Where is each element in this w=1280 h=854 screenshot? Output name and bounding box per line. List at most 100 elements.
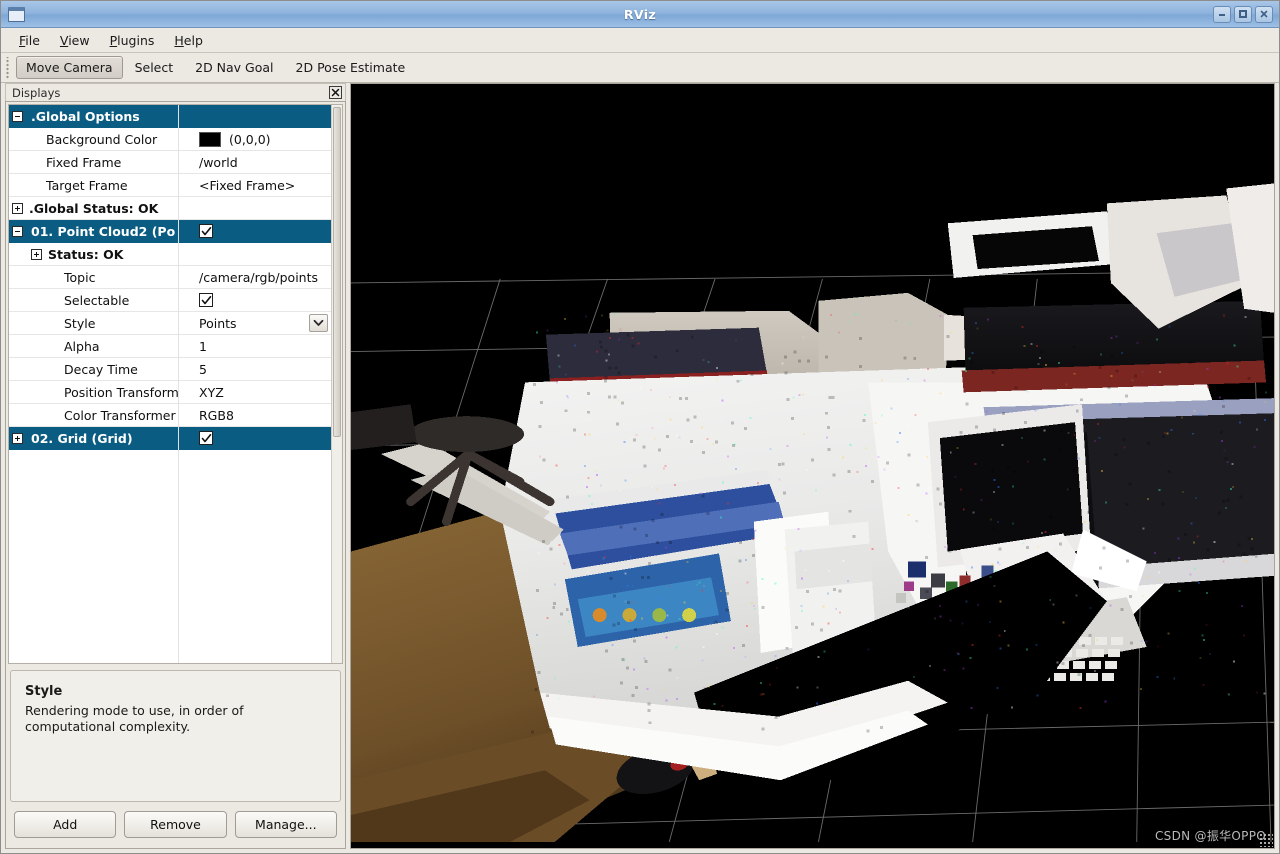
color-swatch[interactable] — [199, 132, 221, 147]
expand-icon[interactable] — [9, 433, 26, 444]
tree-row-value[interactable] — [194, 293, 331, 307]
tree-row-value-text: /camera/rgb/points — [199, 270, 318, 285]
tree-row-value-text: 1 — [199, 339, 207, 354]
close-icon[interactable] — [1255, 6, 1273, 23]
resize-grip[interactable] — [1259, 833, 1273, 847]
menu-plugins[interactable]: Plugins — [100, 30, 165, 51]
checkbox-checked-icon[interactable] — [199, 431, 213, 445]
main-area: Displays .Global Options Background Color… — [1, 83, 1279, 853]
displays-tree-container: .Global Options Background Color (0,0,0) Fi… — [8, 104, 343, 664]
tree-row-label: 01. Point Cloud2 (Po — [26, 224, 194, 239]
tree-row-grid[interactable]: 02. Grid (Grid) — [9, 427, 331, 450]
tool-bar: Move Camera Select 2D Nav Goal 2D Pose E… — [1, 53, 1279, 83]
tree-row-global-status[interactable]: .Global Status: OK — [9, 197, 331, 220]
tree-row-value[interactable]: XYZ — [194, 385, 331, 400]
minimize-icon[interactable] — [1213, 6, 1231, 23]
displays-dock-body: .Global Options Background Color (0,0,0) Fi… — [5, 101, 346, 849]
tree-row-value-text: /world — [199, 155, 238, 170]
expand-icon[interactable] — [28, 249, 45, 260]
tree-row-label: Status: OK — [45, 247, 194, 262]
toolbar-drag-handle[interactable] — [4, 57, 11, 79]
tree-row-value-text: (0,0,0) — [229, 132, 271, 147]
tree-row-pc-topic[interactable]: Topic/camera/rgb/points — [9, 266, 331, 289]
menu-file-rest: ile — [25, 33, 40, 48]
menu-view-rest: iew — [68, 33, 89, 48]
title-bar: RViz — [1, 1, 1279, 28]
tree-row-label: Style — [26, 316, 194, 331]
tool-2d-nav-goal[interactable]: 2D Nav Goal — [185, 56, 283, 79]
tree-row-value[interactable] — [194, 431, 331, 445]
displays-panel-title: Displays — [12, 86, 60, 100]
tree-row-pc-position-transform[interactable]: Position Transform XYZ — [9, 381, 331, 404]
tree-row-value[interactable]: Points — [194, 314, 331, 332]
tree-row-value[interactable]: <Fixed Frame> — [194, 178, 331, 193]
tree-row-pc-decay-time[interactable]: Decay Time 5 — [9, 358, 331, 381]
manage-button[interactable]: Manage... — [235, 811, 337, 838]
displays-tree[interactable]: .Global Options Background Color (0,0,0) Fi… — [9, 105, 331, 663]
checkbox-checked-icon[interactable] — [199, 293, 213, 307]
displays-dock-title-bar: Displays — [5, 83, 346, 101]
menu-help[interactable]: Help — [164, 30, 213, 51]
expand-icon[interactable] — [9, 203, 26, 214]
collapse-icon[interactable] — [9, 111, 26, 122]
displays-dock: Displays .Global Options Background Color… — [5, 83, 346, 849]
menu-plugins-mnemonic: P — [110, 33, 118, 48]
remove-button[interactable]: Remove — [124, 811, 226, 838]
tree-row-label: Fixed Frame — [26, 155, 194, 170]
tree-row-value[interactable]: RGB8 — [194, 408, 331, 423]
menu-plugins-rest: lugins — [117, 33, 154, 48]
window-title: RViz — [1, 7, 1279, 22]
tree-row-point-cloud2[interactable]: 01. Point Cloud2 (Po — [9, 220, 331, 243]
menu-view-mnemonic: V — [60, 33, 68, 48]
chevron-down-icon[interactable] — [309, 314, 328, 332]
tree-row-pc-alpha[interactable]: Alpha 1 — [9, 335, 331, 358]
collapse-icon[interactable] — [9, 226, 26, 237]
menu-view[interactable]: View — [50, 30, 100, 51]
tree-row-value[interactable]: 5 — [194, 362, 331, 377]
tree-row-label: 02. Grid (Grid) — [26, 431, 194, 446]
tree-row-label: .Global Options — [26, 109, 194, 124]
tree-row-pc-style[interactable]: Style Points — [9, 312, 331, 335]
tree-row-value[interactable]: /world — [194, 155, 331, 170]
point-cloud-scene — [351, 84, 1274, 842]
window-icon — [8, 7, 25, 22]
tree-row-pc-color-transformer[interactable]: Color Transformer RGB8 — [9, 404, 331, 427]
tree-row-value[interactable] — [194, 224, 331, 238]
tree-row-value[interactable]: /camera/rgb/points — [194, 270, 331, 285]
scrollbar-thumb[interactable] — [333, 107, 341, 437]
tree-vertical-scrollbar[interactable] — [331, 105, 342, 663]
tree-row-value[interactable]: (0,0,0) — [194, 132, 331, 147]
tree-row-pc-selectable[interactable]: Selectable — [9, 289, 331, 312]
tree-row-value-text: RGB8 — [199, 408, 234, 423]
tree-row-background-color[interactable]: Background Color (0,0,0) — [9, 128, 331, 151]
menu-bar: File View Plugins Help — [1, 28, 1279, 53]
tool-select[interactable]: Select — [125, 56, 184, 79]
tree-row-label: .Global Status: OK — [26, 201, 194, 216]
checkbox-checked-icon[interactable] — [199, 224, 213, 238]
tree-row-label: Background Color — [26, 132, 194, 147]
help-title: Style — [25, 683, 326, 701]
tree-row-label: Topic — [26, 270, 194, 285]
tree-row-value[interactable]: 1 — [194, 339, 331, 354]
maximize-icon[interactable] — [1234, 6, 1252, 23]
tree-row-value-text: Points — [199, 316, 237, 331]
property-help-box: Style Rendering mode to use, in order of… — [10, 670, 341, 802]
tool-move-camera[interactable]: Move Camera — [16, 56, 123, 79]
window-controls — [1213, 6, 1273, 23]
rviz-window: RViz File View Plugins Help Move Camera … — [0, 0, 1280, 854]
close-icon[interactable] — [329, 86, 342, 99]
menu-file[interactable]: File — [9, 30, 50, 51]
render-view-3d[interactable]: CSDN @振华OPPO — [350, 83, 1275, 849]
tree-row-label: Position Transform — [26, 385, 194, 400]
tree-row-label: Color Transformer — [26, 408, 194, 423]
tree-row-label: Target Frame — [26, 178, 194, 193]
tree-row-global-options[interactable]: .Global Options — [9, 105, 331, 128]
tree-row-fixed-frame[interactable]: Fixed Frame/world — [9, 151, 331, 174]
tool-2d-pose-estimate[interactable]: 2D Pose Estimate — [286, 56, 416, 79]
help-text: Rendering mode to use, in order of compu… — [25, 703, 326, 737]
tree-row-label: Selectable — [26, 293, 194, 308]
add-button[interactable]: Add — [14, 811, 116, 838]
tree-row-pc-status[interactable]: Status: OK — [9, 243, 331, 266]
displays-button-row: Add Remove Manage... — [6, 804, 345, 848]
tree-row-target-frame[interactable]: Target Frame <Fixed Frame> — [9, 174, 331, 197]
